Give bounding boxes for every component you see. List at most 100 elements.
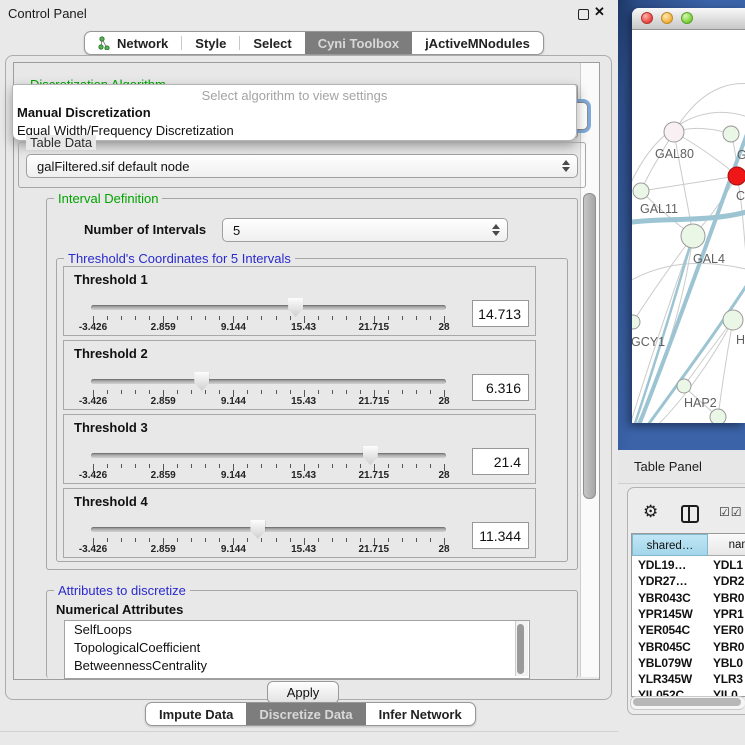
slider-tick (247, 538, 248, 542)
slider-track[interactable] (91, 527, 446, 532)
tab-impute-data[interactable]: Impute Data (146, 703, 246, 725)
numerical-attributes-list[interactable]: SelfLoopsTopologicalCoefficientBetweenne… (64, 620, 530, 679)
threshold-value-field[interactable]: 14.713 (472, 300, 529, 327)
slider-track[interactable] (91, 379, 446, 384)
node-table[interactable]: shared… name YDL19… YDL1 YDR27… YDR2 YBR043C… (631, 533, 745, 697)
slider-scale-label: 9.144 (221, 544, 246, 555)
slider-tick (205, 538, 206, 542)
slider-tick (177, 390, 178, 394)
tab-jactivemnodules[interactable]: jActiveMNodules (412, 32, 543, 54)
table-cell-name[interactable]: YDR2 (713, 574, 744, 588)
slider-tick (107, 390, 108, 394)
threshold-value-field[interactable]: 21.4 (472, 448, 529, 475)
table-cell-shared-name[interactable]: YER054C (638, 623, 690, 637)
table-cell-name[interactable]: YBR0 (713, 591, 744, 605)
threshold-value-field[interactable]: 11.344 (472, 522, 529, 549)
slider-tick (318, 464, 319, 468)
slider-tick (219, 464, 220, 468)
slider-thumb[interactable] (250, 520, 265, 539)
slider-track[interactable] (91, 305, 446, 310)
slider-scale-label: 9.144 (221, 322, 246, 333)
table-cell-shared-name[interactable]: YPR145W (638, 607, 693, 621)
algorithm-popup-placeholder: Select algorithm to view settings (13, 85, 576, 104)
table-cell-name[interactable]: YLR3 (713, 672, 743, 686)
number-of-intervals-combobox[interactable]: 5 (222, 218, 508, 242)
table-cell-shared-name[interactable]: YDL19… (638, 558, 686, 572)
slider-tick (416, 538, 417, 542)
network-node-red[interactable] (728, 167, 745, 185)
horizontal-scrollbar-thumb[interactable] (633, 698, 741, 706)
network-node-label: C (736, 189, 745, 203)
minimize-traffic-light-icon[interactable] (661, 12, 673, 24)
float-window-icon[interactable] (578, 9, 589, 20)
tab-cyni-toolbox[interactable]: Cyni Toolbox (305, 32, 412, 54)
slider-thumb[interactable] (363, 446, 378, 465)
network-edge (641, 176, 737, 191)
threshold-label: Threshold 4 (74, 494, 148, 509)
vertical-scrollbar-thumb[interactable] (583, 193, 596, 499)
table-cell-name[interactable]: YPR1 (713, 607, 744, 621)
slider-thumb[interactable] (194, 372, 209, 391)
thresholds-title: Threshold's Coordinates for 5 Intervals (64, 251, 295, 266)
slider-tick (205, 390, 206, 394)
table-cell-name[interactable]: YER0 (713, 623, 744, 637)
tab-infer-network[interactable]: Infer Network (366, 703, 475, 725)
checkboxes-icon[interactable]: ☑☑ (719, 505, 743, 519)
threshold-label: Threshold 1 (74, 272, 148, 287)
slider-tick (430, 316, 431, 320)
slider-tick (191, 316, 192, 320)
column-header-name[interactable]: name (708, 534, 745, 556)
slider-tick (290, 538, 291, 542)
attribute-list-item[interactable]: BetweennessCentrality (65, 657, 529, 675)
table-cell-shared-name[interactable]: YLR345W (638, 672, 692, 686)
gear-icon[interactable]: ⚙ (643, 502, 658, 522)
network-node-green[interactable] (681, 224, 705, 248)
slider-tick (332, 316, 333, 320)
column-header-shared-name[interactable]: shared… (632, 534, 708, 556)
tab-label: Network (117, 36, 168, 51)
table-cell-shared-name[interactable]: YDR27… (638, 574, 687, 588)
close-traffic-light-icon[interactable] (641, 12, 653, 24)
tab-select[interactable]: Select (240, 32, 304, 54)
tab-discretize-data[interactable]: Discretize Data (246, 703, 365, 725)
table-cell-name[interactable]: YDL1 (713, 558, 743, 572)
table-cell-shared-name[interactable]: YBR045C (638, 640, 691, 654)
table-cell-shared-name[interactable]: YBR043C (638, 591, 691, 605)
columns-icon[interactable] (681, 505, 699, 523)
attribute-list-item[interactable]: TopologicalCoefficient (65, 639, 529, 657)
tab-network[interactable]: Network (85, 32, 181, 54)
zoom-traffic-light-icon[interactable] (681, 12, 693, 24)
attribute-list-item[interactable]: SelfLoops (65, 621, 529, 639)
table-cell-shared-name[interactable]: YBL079W (638, 656, 692, 670)
tab-label: jActiveMNodules (425, 36, 530, 51)
bottom-tab-bar: Impute DataDiscretize DataInfer Network (145, 702, 476, 726)
close-icon[interactable]: ✕ (594, 4, 605, 20)
tab-style[interactable]: Style (182, 32, 239, 54)
top-tab-bar: Network StyleSelectCyni Toolbox jActiveMNo… (84, 31, 544, 55)
attributes-scrollbar-thumb[interactable] (517, 624, 524, 674)
interval-definition-title: Interval Definition (54, 191, 162, 206)
table-cell-name[interactable]: YBL0 (713, 656, 743, 670)
slider-track[interactable] (91, 453, 446, 458)
threshold-value-field[interactable]: 6.316 (472, 374, 529, 401)
network-canvas[interactable]: GAL80GALCGAL11GAL4GCY1HHAP2 (632, 30, 745, 423)
algorithm-option[interactable]: Equal Width/Frequency Discretization (13, 122, 576, 140)
network-node-green[interactable] (710, 409, 726, 423)
slider-tick (402, 538, 403, 542)
table-data-combobox[interactable]: galFiltered.sif default node (26, 154, 578, 178)
network-node-green[interactable] (723, 310, 743, 330)
network-node-pink[interactable] (664, 122, 684, 142)
apply-button[interactable]: Apply (267, 681, 339, 704)
network-node-green[interactable] (677, 379, 691, 393)
slider-thumb[interactable] (288, 298, 303, 317)
algorithm-option[interactable]: Manual Discretization (13, 104, 576, 122)
network-node-label: H (736, 333, 745, 347)
network-node-green[interactable] (723, 126, 739, 142)
table-cell-name[interactable]: YBR0 (713, 640, 744, 654)
attributes-title: Attributes to discretize (54, 583, 190, 598)
network-node-green[interactable] (633, 183, 649, 199)
slider-tick (416, 316, 417, 320)
algorithm-popup: Select algorithm to view settings Manual… (12, 84, 577, 141)
slider-tick (346, 316, 347, 320)
network-node-green[interactable] (632, 315, 640, 329)
